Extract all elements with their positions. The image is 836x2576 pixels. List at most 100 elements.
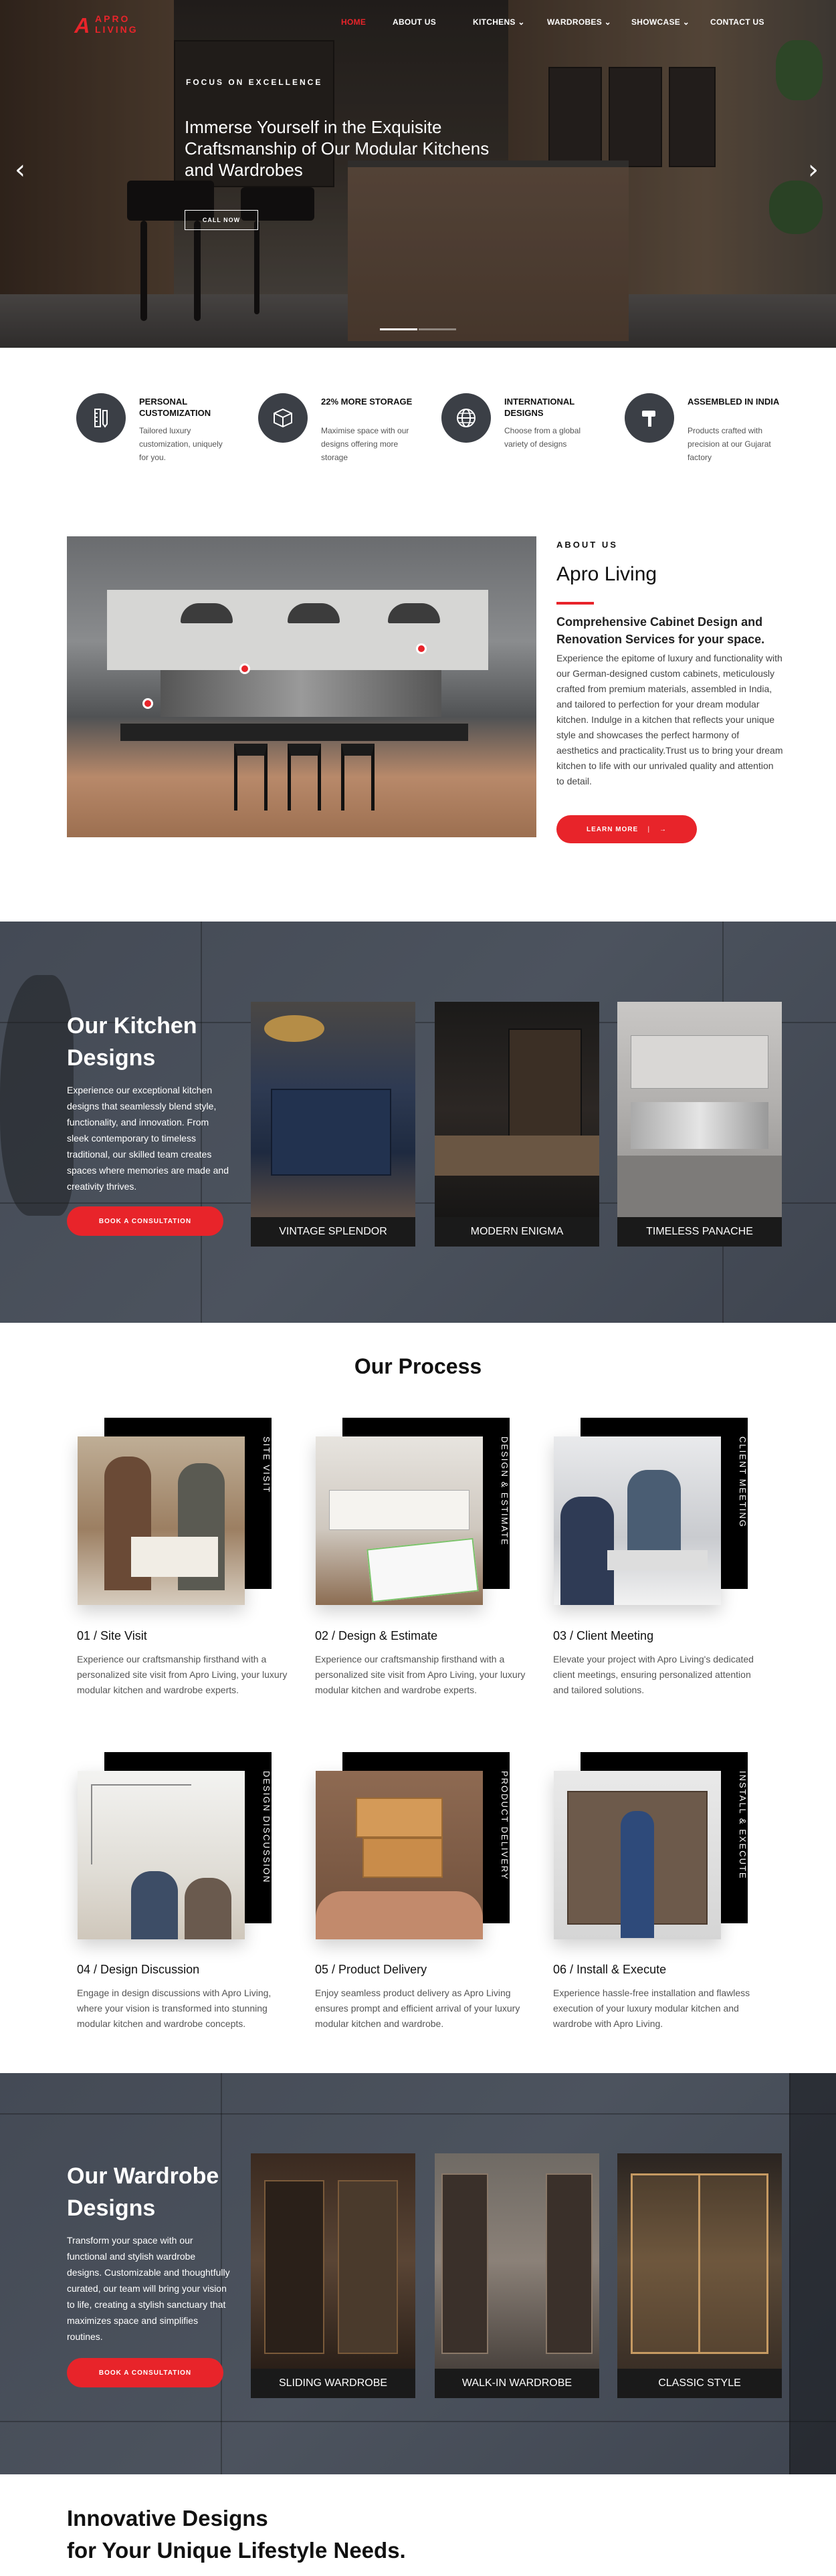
feature-text: Products crafted with precision at our G… (688, 426, 771, 462)
img-pendant (181, 603, 233, 623)
arrow-right-icon: → (659, 825, 667, 833)
slider-dot-2[interactable] (419, 328, 456, 330)
kitchen-card-caption: MODERN ENIGMA (435, 1217, 599, 1247)
wardrobe-card[interactable]: WALK-IN WARDROBE (435, 2153, 599, 2398)
step-text: Elevate your project with Apro Living's … (553, 1654, 754, 1695)
slider-prev-icon[interactable]: ‹ (15, 156, 25, 183)
book-consultation-button[interactable]: BOOK A CONSULTATION (67, 1206, 223, 1236)
kitchen-card[interactable]: TIMELESS PANACHE (617, 1002, 782, 1247)
img-cabinet (271, 1089, 391, 1176)
img-box (356, 1798, 443, 1838)
img-stool (288, 744, 321, 811)
kitchen-designs-title: Our Kitchen Designs (67, 1013, 197, 1071)
feature-text: Tailored luxury customization, uniquely … (139, 426, 223, 462)
bg-plant (0, 975, 74, 1216)
nav-showcase[interactable]: SHOWCASE ⌄ (631, 17, 690, 27)
nav-wardrobes[interactable]: WARDROBES ⌄ (547, 17, 611, 27)
feature-item: ASSEMBLED IN INDIA Products crafted with… (625, 393, 785, 487)
kitchen-card-image (435, 1002, 599, 1217)
nav-about-us[interactable]: ABOUT US (393, 17, 436, 27)
img-backsplash (631, 1102, 768, 1149)
kitchen-card[interactable]: VINTAGE SPLENDOR (251, 1002, 415, 1247)
process-title: Our Process (354, 1354, 482, 1378)
img-upper-cabinets (107, 590, 488, 670)
nav-contact-us[interactable]: CONTACT US (710, 17, 764, 27)
bg-line (0, 2421, 836, 2422)
hotspot-icon[interactable] (416, 643, 427, 654)
img-wardrobe-door (264, 2180, 324, 2354)
process-step: DESIGN DISCUSSION (74, 1752, 294, 1953)
feature-text: Choose from a global variety of designs (504, 426, 581, 449)
step-title: 06 / Install & Execute (553, 1963, 667, 1976)
wardrobe-card-caption: WALK-IN WARDROBE (435, 2369, 599, 2398)
wardrobe-designs-text: Transform your space with our functional… (67, 2235, 230, 2342)
call-now-button[interactable]: CALL NOW (185, 210, 258, 230)
slider-pagination (380, 328, 456, 330)
step-title: 02 / Design & Estimate (315, 1629, 438, 1642)
img-shelving (546, 2173, 593, 2354)
wardrobe-card[interactable]: CLASSIC STYLE (617, 2153, 782, 2398)
wardrobe-card-image (435, 2153, 599, 2369)
learn-more-button[interactable]: LEARN MORE | → (556, 815, 697, 843)
about-kitchen-image (67, 536, 536, 837)
step-image-product-delivery (316, 1771, 483, 1939)
step-text: Experience our craftsmanship firsthand w… (315, 1654, 526, 1695)
step-text: Enjoy seamless product delivery as Apro … (315, 1988, 520, 2029)
feature-title: INTERNATIONAL DESIGNS (504, 397, 574, 418)
feature-item: INTERNATIONAL DESIGNS Choose from a glob… (441, 393, 602, 487)
slider-dot-1[interactable] (380, 328, 417, 330)
button-divider: | (647, 825, 651, 833)
img-wardrobe-door (338, 2180, 398, 2354)
img-pendant (288, 603, 340, 623)
process-step: DESIGN & ESTIMATE (312, 1418, 532, 1618)
closing-line1: Innovative Designs (67, 2506, 268, 2531)
hotspot-icon[interactable] (142, 698, 153, 709)
wardrobe-designs-section: Our Wardrobe Designs Transform your spac… (0, 2073, 836, 2474)
box-icon (258, 393, 308, 443)
img-divider (698, 2173, 700, 2354)
closing-title: Innovative Designs for Your Unique Lifes… (67, 2502, 406, 2567)
kitchen-designs-section: Our Kitchen Designs Experience our excep… (0, 922, 836, 1323)
globe-icon (441, 393, 491, 443)
step-text: Engage in design discussions with Apro L… (77, 1988, 272, 2029)
img-person (131, 1871, 178, 1939)
img-table (607, 1550, 708, 1570)
about-kicker: ABOUT US (556, 540, 618, 550)
step-image-design-discussion (78, 1771, 245, 1939)
kitchen-designs-text: Experience our exceptional kitchen desig… (67, 1085, 229, 1192)
hotspot-icon[interactable] (239, 663, 250, 674)
img-stool (341, 744, 375, 811)
nav-kitchens[interactable]: KITCHENS ⌄ (473, 17, 525, 27)
kitchen-card-caption: VINTAGE SPLENDOR (251, 1217, 415, 1247)
img-sketch-lines (91, 1784, 191, 1864)
wardrobe-card-caption: SLIDING WARDROBE (251, 2369, 415, 2398)
img-stool (234, 744, 268, 811)
img-hands (316, 1891, 483, 1939)
img-worker (621, 1811, 654, 1938)
bg-line (0, 2113, 836, 2115)
kitchen-card[interactable]: MODERN ENIGMA (435, 1002, 599, 1247)
slider-next-icon[interactable]: › (808, 156, 819, 183)
step-title: 04 / Design Discussion (77, 1963, 200, 1976)
kitchen-card-image (617, 1002, 782, 1217)
book-consultation-button[interactable]: BOOK A CONSULTATION (67, 2358, 223, 2387)
accent-divider (556, 602, 594, 605)
kitchen-card-caption: TIMELESS PANACHE (617, 1217, 782, 1247)
wardrobe-card-image (251, 2153, 415, 2369)
step-title: 03 / Client Meeting (553, 1629, 654, 1642)
learn-more-label: LEARN MORE (586, 825, 639, 833)
img-pendant (388, 603, 440, 623)
nav-home[interactable]: HOME (341, 17, 366, 27)
feature-item: 22% MORE STORAGE Maximise space with our… (258, 393, 419, 487)
img-counter (435, 1136, 599, 1176)
img-base-cabinets (617, 1156, 782, 1217)
wardrobe-card[interactable]: SLIDING WARDROBE (251, 2153, 415, 2398)
wardrobe-card-image (617, 2153, 782, 2369)
img-box (362, 1838, 443, 1878)
ruler-pencil-icon (76, 393, 126, 443)
feature-text: Maximise space with our designs offering… (321, 426, 409, 462)
img-shelving (441, 2173, 488, 2354)
brand-logo[interactable]: A APRO LIVING (72, 13, 162, 37)
img-backsplash (161, 670, 441, 717)
feature-title: ASSEMBLED IN INDIA (688, 397, 780, 407)
